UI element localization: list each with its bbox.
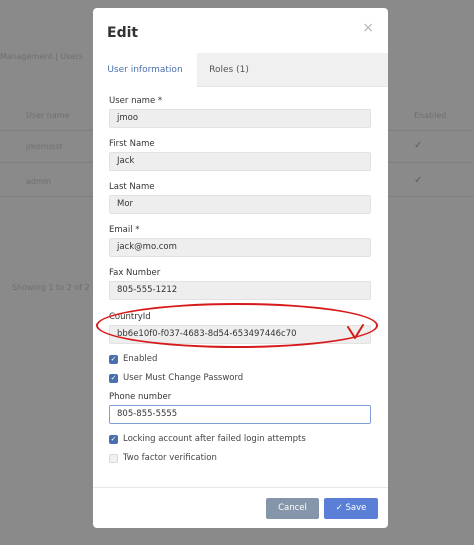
must-change-password-label: User Must Change Password [123, 373, 244, 383]
first-name-field[interactable]: Jack [109, 152, 371, 171]
last-name-field[interactable]: Mor [109, 195, 371, 214]
background-column-enabled: Enabled [414, 111, 447, 120]
background-check-icon: ✓ [414, 175, 423, 186]
last-name-label: Last Name [109, 182, 155, 192]
tab-roles[interactable]: Roles (1) [197, 53, 261, 87]
background-breadcrumb: Management | Users [0, 52, 83, 61]
tab-user-information[interactable]: User information [93, 53, 197, 87]
modal-footer-divider [93, 487, 388, 488]
fax-number-label: Fax Number [109, 268, 161, 278]
cancel-button[interactable]: Cancel [266, 498, 319, 519]
edit-user-modal: Edit × User information Roles (1) User n… [93, 8, 388, 528]
annotation-ellipse [96, 303, 378, 348]
lockout-label: Locking account after failed login attem… [123, 434, 306, 444]
fax-number-field[interactable]: 805-555-1212 [109, 281, 371, 300]
enabled-label: Enabled [123, 354, 158, 364]
first-name-label: First Name [109, 139, 155, 149]
checkbox-checked-icon[interactable]: ✓ [109, 374, 118, 383]
checkbox-checked-icon[interactable]: ✓ [109, 435, 118, 444]
save-button[interactable]: ✓ Save [324, 498, 378, 519]
close-icon[interactable]: × [362, 20, 374, 36]
phone-number-field[interactable]: 805-855-5555 [109, 405, 371, 424]
background-row-user: admin [26, 177, 52, 186]
save-button-label: Save [345, 503, 367, 513]
phone-number-label: Phone number [109, 392, 172, 402]
user-name-label: User name * [109, 96, 163, 106]
check-icon: ✓ [335, 503, 346, 513]
checkbox-unchecked-icon[interactable] [109, 454, 118, 463]
annotation-checkmark-icon [347, 324, 364, 339]
background-column-user-name: User name [26, 111, 70, 120]
modal-title: Edit [107, 25, 139, 41]
background-check-icon: ✓ [414, 140, 423, 151]
checkbox-checked-icon[interactable]: ✓ [109, 355, 118, 364]
modal-tabs: User information Roles (1) [93, 53, 388, 87]
background-row-user: jmomisst [26, 142, 63, 151]
email-field[interactable]: jack@mo.com [109, 238, 371, 257]
email-label: Email * [109, 225, 140, 235]
user-name-field[interactable]: jmoo [109, 109, 371, 128]
two-factor-label: Two factor verification [123, 453, 217, 463]
